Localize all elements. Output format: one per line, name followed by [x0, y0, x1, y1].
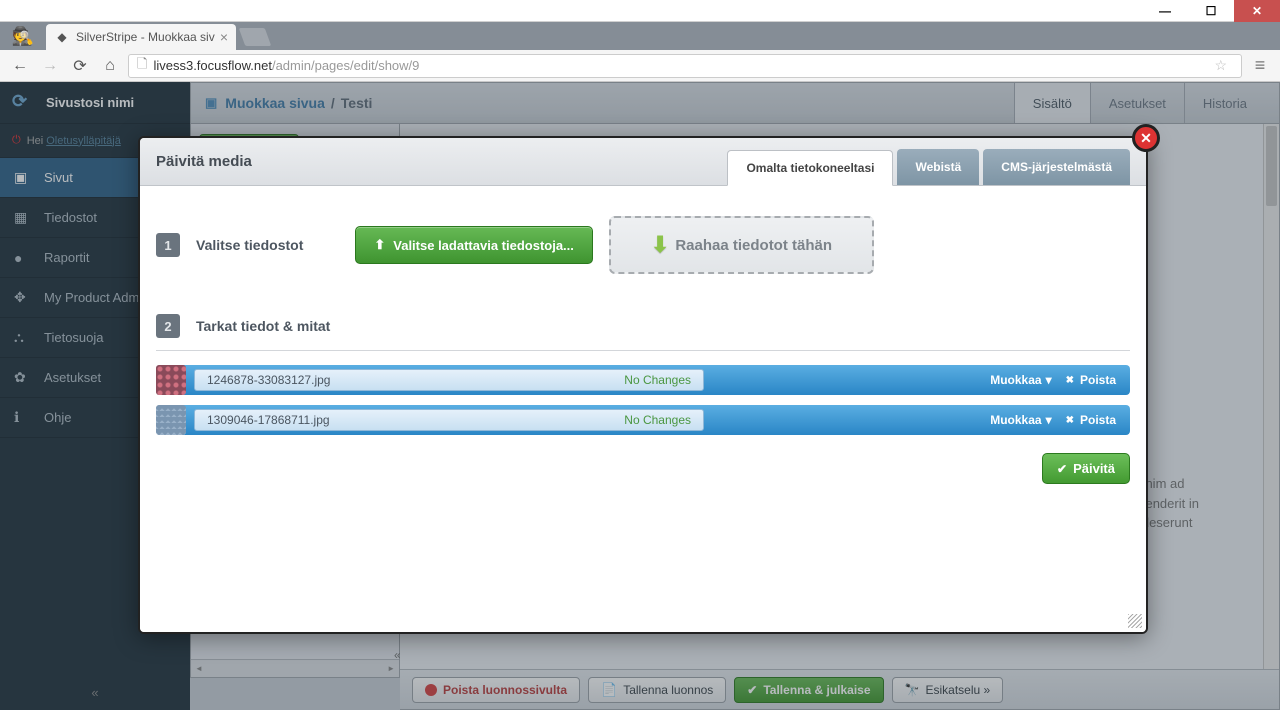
modal-tabs: Omalta tietokoneeltasi Webistä CMS-järje…	[727, 138, 1130, 185]
modal-tab-web[interactable]: Webistä	[897, 149, 979, 185]
modal-header: Päivitä media Omalta tietokoneeltasi Web…	[140, 138, 1146, 186]
file-name: 1246878-33083127.jpg	[207, 373, 330, 387]
file-row: 1309046-17868711.jpg No Changes Muokkaa …	[156, 405, 1130, 435]
modal-close-button[interactable]: ✕	[1132, 124, 1160, 152]
update-media-modal: ✕ Päivitä media Omalta tietokoneeltasi W…	[138, 136, 1148, 634]
chevron-down-icon: ▾	[1046, 373, 1052, 387]
file-thumbnail	[156, 365, 186, 395]
bookmark-star-icon[interactable]: ☆	[1214, 57, 1227, 74]
file-status: No Changes	[624, 413, 691, 427]
drop-zone[interactable]: ⬇ Raahaa tiedotot tähän	[609, 216, 874, 274]
dropzone-label: Raahaa tiedotot tähän	[675, 237, 832, 254]
select-files-button[interactable]: ⬆ Valitse ladattavia tiedostoja...	[355, 226, 593, 264]
download-arrow-icon: ⬇	[651, 232, 669, 258]
url-path: /admin/pages/edit/show/9	[272, 58, 419, 73]
home-button[interactable]: ⌂	[98, 54, 122, 78]
file-status: No Changes	[624, 373, 691, 387]
close-icon: ✖	[1066, 375, 1074, 386]
reload-button[interactable]: ⟳	[68, 54, 92, 78]
back-button[interactable]: ←	[8, 54, 32, 78]
update-button-row: ✔ Päivitä	[156, 453, 1130, 484]
tab-close-icon[interactable]: ×	[220, 29, 228, 45]
check-icon: ✔	[1057, 462, 1067, 476]
file-remove-button[interactable]: ✖ Poista	[1066, 373, 1116, 387]
file-thumbnail	[156, 405, 186, 435]
button-label: Päivitä	[1073, 461, 1115, 476]
file-actions: Muokkaa ▾ ✖ Poista	[990, 413, 1130, 427]
file-edit-button[interactable]: Muokkaa ▾	[990, 373, 1051, 387]
button-label: Muokkaa	[990, 413, 1041, 427]
close-icon: ✖	[1066, 415, 1074, 426]
file-remove-button[interactable]: ✖ Poista	[1066, 413, 1116, 427]
file-edit-button[interactable]: Muokkaa ▾	[990, 413, 1051, 427]
browser-menu-button[interactable]: ≡	[1248, 55, 1272, 76]
button-label: Poista	[1080, 373, 1116, 387]
divider	[156, 350, 1130, 351]
update-button[interactable]: ✔ Päivitä	[1042, 453, 1130, 484]
new-tab-button[interactable]	[239, 28, 272, 46]
file-name: 1309046-17868711.jpg	[207, 413, 330, 427]
modal-tab-cms[interactable]: CMS-järjestelmästä	[983, 149, 1130, 185]
step-2-header: 2 Tarkat tiedot & mitat	[156, 314, 1130, 350]
button-label: Muokkaa	[990, 373, 1041, 387]
window-close-button[interactable]: ✕	[1234, 0, 1280, 22]
forward-button[interactable]: →	[38, 54, 62, 78]
url-domain: livess3.focusflow.net	[153, 58, 272, 73]
browser-toolbar: ← → ⟳ ⌂ 🗋 livess3.focusflow.net/admin/pa…	[0, 50, 1280, 82]
file-name-field[interactable]: 1246878-33083127.jpg No Changes	[194, 369, 704, 391]
modal-tab-computer[interactable]: Omalta tietokoneeltasi	[727, 150, 893, 186]
step-2-section: 2 Tarkat tiedot & mitat 1246878-33083127…	[156, 314, 1130, 484]
modal-body: 1 Valitse tiedostot ⬆ Valitse ladattavia…	[140, 186, 1146, 632]
button-label: Valitse ladattavia tiedostoja...	[393, 238, 574, 253]
step-1-row: 1 Valitse tiedostot ⬆ Valitse ladattavia…	[156, 216, 1130, 274]
window-maximize-button[interactable]: ☐	[1188, 0, 1234, 22]
browser-tab[interactable]: ◆ SilverStripe - Muokkaa siv ×	[46, 24, 236, 50]
windows-titlebar: — ☐ ✕	[0, 0, 1280, 22]
tab-title: SilverStripe - Muokkaa siv	[76, 30, 215, 44]
resize-handle[interactable]	[1128, 614, 1142, 628]
address-bar[interactable]: 🗋 livess3.focusflow.net/admin/pages/edit…	[128, 54, 1242, 78]
file-name-field[interactable]: 1309046-17868711.jpg No Changes	[194, 409, 704, 431]
upload-icon: ⬆	[374, 237, 385, 253]
incognito-icon: 🕵	[6, 24, 40, 48]
step-number-badge: 1	[156, 233, 180, 257]
chevron-down-icon: ▾	[1046, 413, 1052, 427]
file-row: 1246878-33083127.jpg No Changes Muokkaa …	[156, 365, 1130, 395]
file-actions: Muokkaa ▾ ✖ Poista	[990, 373, 1130, 387]
browser-tabstrip: 🕵 ◆ SilverStripe - Muokkaa siv ×	[0, 22, 1280, 50]
window-minimize-button[interactable]: —	[1142, 0, 1188, 22]
step-number-badge: 2	[156, 314, 180, 338]
favicon-icon: ◆	[54, 29, 70, 45]
step-1-label: Valitse tiedostot	[196, 237, 303, 253]
modal-title: Päivitä media	[156, 153, 252, 170]
step-2-label: Tarkat tiedot & mitat	[196, 318, 330, 334]
page-icon: 🗋	[137, 55, 147, 77]
button-label: Poista	[1080, 413, 1116, 427]
